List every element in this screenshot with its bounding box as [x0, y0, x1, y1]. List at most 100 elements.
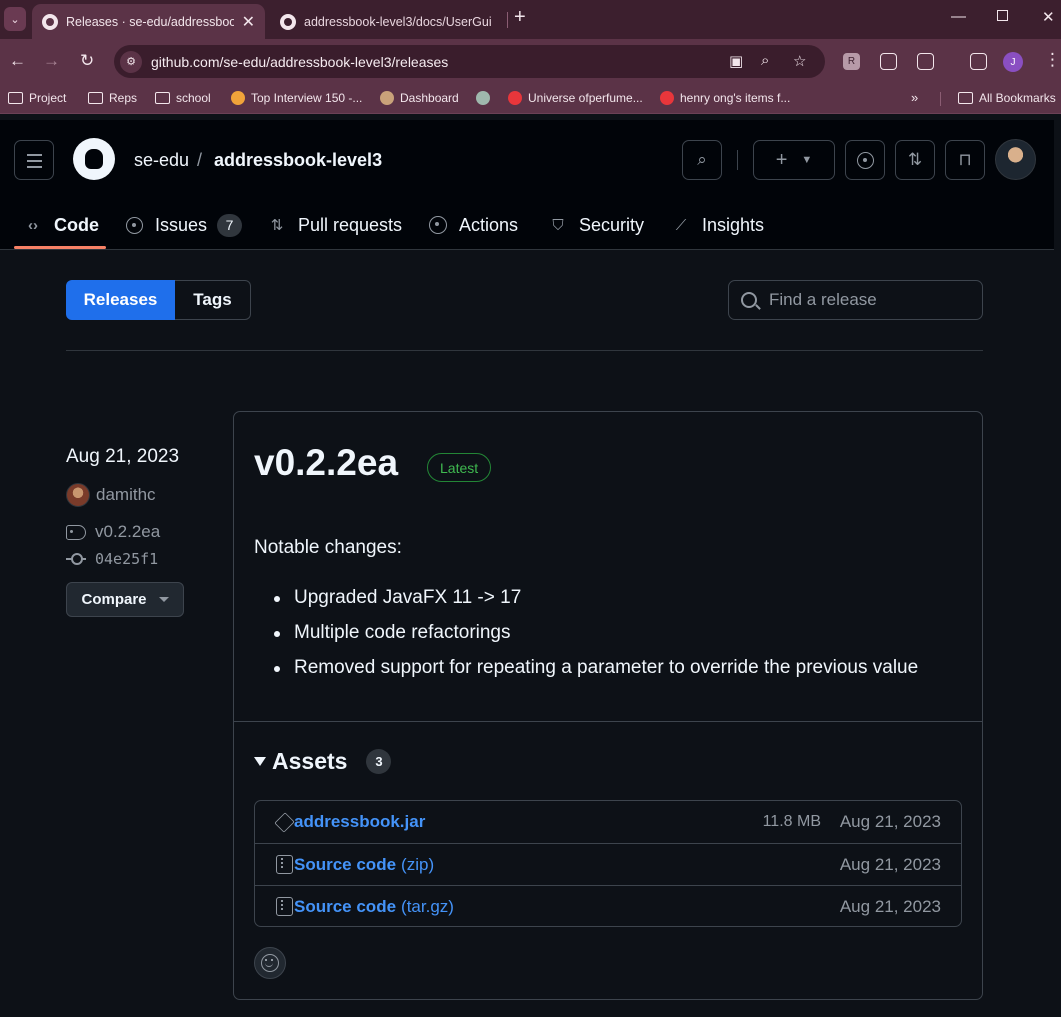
all-bookmarks[interactable]: All Bookmarks [958, 91, 1056, 105]
bookmarks-bar: Project Reps school Top Interview 150 -.… [0, 84, 1061, 114]
bookmark-project[interactable]: Project [8, 91, 66, 105]
folder-icon [8, 92, 23, 104]
github-favicon-icon [280, 13, 296, 30]
create-new-button[interactable]: + ▼ [753, 140, 835, 180]
page-scrollbar[interactable] [1054, 120, 1061, 1017]
new-tab-plus-icon[interactable]: + [514, 6, 526, 29]
inbox-button[interactable]: ⊓ [945, 140, 985, 180]
pull-requests-button[interactable]: ⇅ [895, 140, 935, 180]
tab-title: Releases · se-edu/addressbook-level3 [66, 14, 234, 29]
side-panel-icon[interactable] [970, 53, 987, 70]
repo-name-link[interactable]: addressbook-level3 [214, 150, 382, 171]
menu-line [27, 154, 42, 156]
address-bar[interactable]: ⚙ github.com/se-edu/addressbook-level3/r… [114, 45, 825, 78]
bookmark-reps[interactable]: Reps [88, 91, 137, 105]
tab-insights[interactable]: ⟋ Insights [672, 210, 764, 240]
repo-owner-link[interactable]: se-edu [134, 150, 189, 171]
compare-button[interactable]: Compare [66, 582, 184, 617]
asset-extension[interactable]: (zip) [401, 855, 434, 875]
hamburger-menu-button[interactable] [14, 140, 54, 180]
browser-tab-active[interactable]: Releases · se-edu/addressbook-level3 ✕ [32, 4, 265, 39]
issue-icon [125, 216, 143, 234]
find-release-input[interactable] [769, 290, 969, 310]
tab-security[interactable]: ⛉ Security [549, 210, 644, 240]
card-divider [234, 721, 982, 722]
leetcode-icon [231, 91, 245, 105]
release-commit-link[interactable]: 04e25f1 [66, 550, 158, 568]
release-author[interactable]: damithc [66, 483, 156, 507]
github-favicon-icon [42, 13, 58, 30]
release-note-item: Removed support for repeating a paramete… [273, 657, 918, 692]
zoom-icon[interactable]: ⌕ [761, 52, 769, 69]
tab-pull-requests[interactable]: ⇅ Pull requests [268, 210, 402, 240]
tab-actions[interactable]: Actions [429, 210, 518, 240]
release-date: Aug 21, 2023 [66, 446, 180, 467]
profile-avatar[interactable]: J [1003, 52, 1023, 72]
play-icon [429, 216, 447, 234]
tags-tab-button[interactable]: Tags [175, 280, 251, 320]
browser-tab[interactable]: addressbook-level3/docs/UserGuide.md [270, 4, 502, 39]
bookmark-star-icon[interactable]: ☆ [793, 52, 806, 70]
file-zip-icon [276, 897, 293, 916]
smiley-icon [261, 954, 279, 972]
bookmark-henry-ong[interactable]: henry ong's items f... [660, 91, 790, 105]
search-icon [741, 292, 757, 308]
releases-tab-button[interactable]: Releases [66, 280, 175, 320]
browser-menu-icon[interactable]: ⋮ [1044, 50, 1061, 70]
bookmark-chatgpt[interactable] [476, 91, 496, 105]
github-logo-icon[interactable] [73, 138, 115, 180]
more-bookmarks-chevron-icon[interactable]: » [911, 90, 918, 105]
asset-download-link[interactable]: addressbook.jar [294, 812, 425, 832]
install-app-icon[interactable]: ▣ [729, 52, 743, 70]
add-reaction-button[interactable] [254, 947, 286, 979]
release-note-item: Upgraded JavaFX 11 -> 17 [273, 587, 918, 622]
code-icon: ‹› [28, 216, 38, 234]
asset-download-link[interactable]: Source code [294, 897, 396, 917]
tag-icon [66, 524, 86, 540]
bookmark-universe-ofperfume[interactable]: Universe ofperfume... [508, 91, 643, 105]
issues-button[interactable] [845, 140, 885, 180]
asset-download-link[interactable]: Source code [294, 855, 396, 875]
release-title[interactable]: v0.2.2ea [254, 442, 398, 484]
tab-search-button[interactable]: ⌄ [4, 7, 26, 31]
extension-r-icon[interactable]: R [843, 53, 860, 70]
asset-date: Aug 21, 2023 [839, 854, 941, 874]
asset-extension[interactable]: (tar.gz) [401, 897, 454, 917]
address-bar-url: github.com/se-edu/addressbook-level3/rel… [151, 53, 449, 70]
release-notes-heading: Notable changes: [254, 537, 402, 558]
issues-count-badge: 7 [217, 213, 243, 237]
user-avatar[interactable] [995, 139, 1036, 180]
camera-extension-icon[interactable] [880, 53, 897, 70]
bookmark-dashboard[interactable]: Dashboard [380, 91, 459, 105]
site-info-icon[interactable]: ⚙ [120, 50, 142, 73]
bookmark-top-interview[interactable]: Top Interview 150 -... [231, 91, 362, 105]
forward-arrow-icon[interactable]: → [43, 51, 60, 71]
release-tag-link[interactable]: v0.2.2ea [66, 522, 160, 542]
asset-row: Source code (tar.gz) Aug 21, 2023 [255, 885, 961, 927]
reload-icon[interactable]: ↻ [80, 51, 94, 71]
close-tab-icon[interactable]: ✕ [242, 12, 255, 32]
browser-toolbar: ← → ↻ ⚙ github.com/se-edu/addressbook-le… [0, 39, 1061, 84]
assets-toggle[interactable]: Assets 3 [254, 748, 392, 775]
menu-line [27, 160, 42, 162]
release-notes-list: Upgraded JavaFX 11 -> 17 Multiple code r… [273, 587, 918, 692]
minimize-window-icon[interactable]: — [951, 8, 966, 25]
asset-row: Source code (zip) Aug 21, 2023 [255, 843, 961, 885]
tab-separator [507, 12, 508, 28]
search-button[interactable]: ⌕ [682, 140, 722, 180]
extensions-puzzle-icon[interactable] [917, 53, 934, 70]
bookmark-separator [940, 92, 941, 106]
tab-code[interactable]: ‹› Code [24, 210, 99, 240]
find-release-search[interactable] [728, 280, 983, 320]
assets-list: addressbook.jar 11.8 MB Aug 21, 2023 Sou… [254, 800, 962, 927]
back-arrow-icon[interactable]: ← [9, 51, 26, 71]
breadcrumb-separator: / [197, 150, 203, 170]
divider [66, 350, 983, 351]
latest-badge: Latest [427, 453, 492, 482]
close-window-icon[interactable]: ✕ [1042, 8, 1055, 26]
maximize-window-icon[interactable] [997, 10, 1008, 21]
inbox-icon: ⊓ [958, 150, 972, 169]
bookmark-school[interactable]: school [155, 91, 211, 105]
tab-issues[interactable]: Issues 7 [125, 210, 243, 240]
carousell-icon [660, 91, 674, 105]
